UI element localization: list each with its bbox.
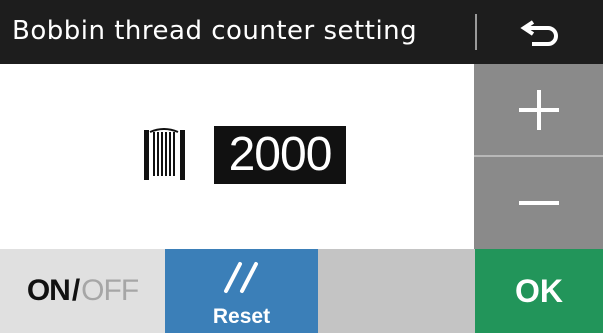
reset-label: Reset — [212, 305, 271, 328]
title-bar: Bobbin thread counter setting — [0, 0, 603, 64]
ok-label: OK — [515, 272, 563, 309]
on-label: ON — [26, 274, 71, 307]
back-button[interactable] — [478, 0, 603, 64]
return-arrow-icon — [519, 20, 558, 46]
title-divider — [475, 14, 477, 50]
reset-button[interactable]: Reset — [165, 249, 318, 333]
on-off-separator: / — [71, 274, 80, 307]
off-label: OFF — [81, 274, 139, 307]
counter-value: 2000 — [214, 126, 346, 184]
increment-button[interactable] — [474, 64, 603, 155]
on-off-toggle[interactable]: ON / OFF — [0, 249, 165, 333]
minus-icon — [518, 201, 559, 205]
plus-icon — [518, 89, 559, 130]
decrement-button[interactable] — [474, 157, 603, 249]
ok-button[interactable]: OK — [475, 249, 603, 333]
bobbin-thread-icon — [144, 128, 185, 180]
counter-display-area: 2000 — [0, 64, 474, 249]
page-title: Bobbin thread counter setting — [12, 16, 418, 46]
double-slash-icon — [224, 262, 258, 293]
